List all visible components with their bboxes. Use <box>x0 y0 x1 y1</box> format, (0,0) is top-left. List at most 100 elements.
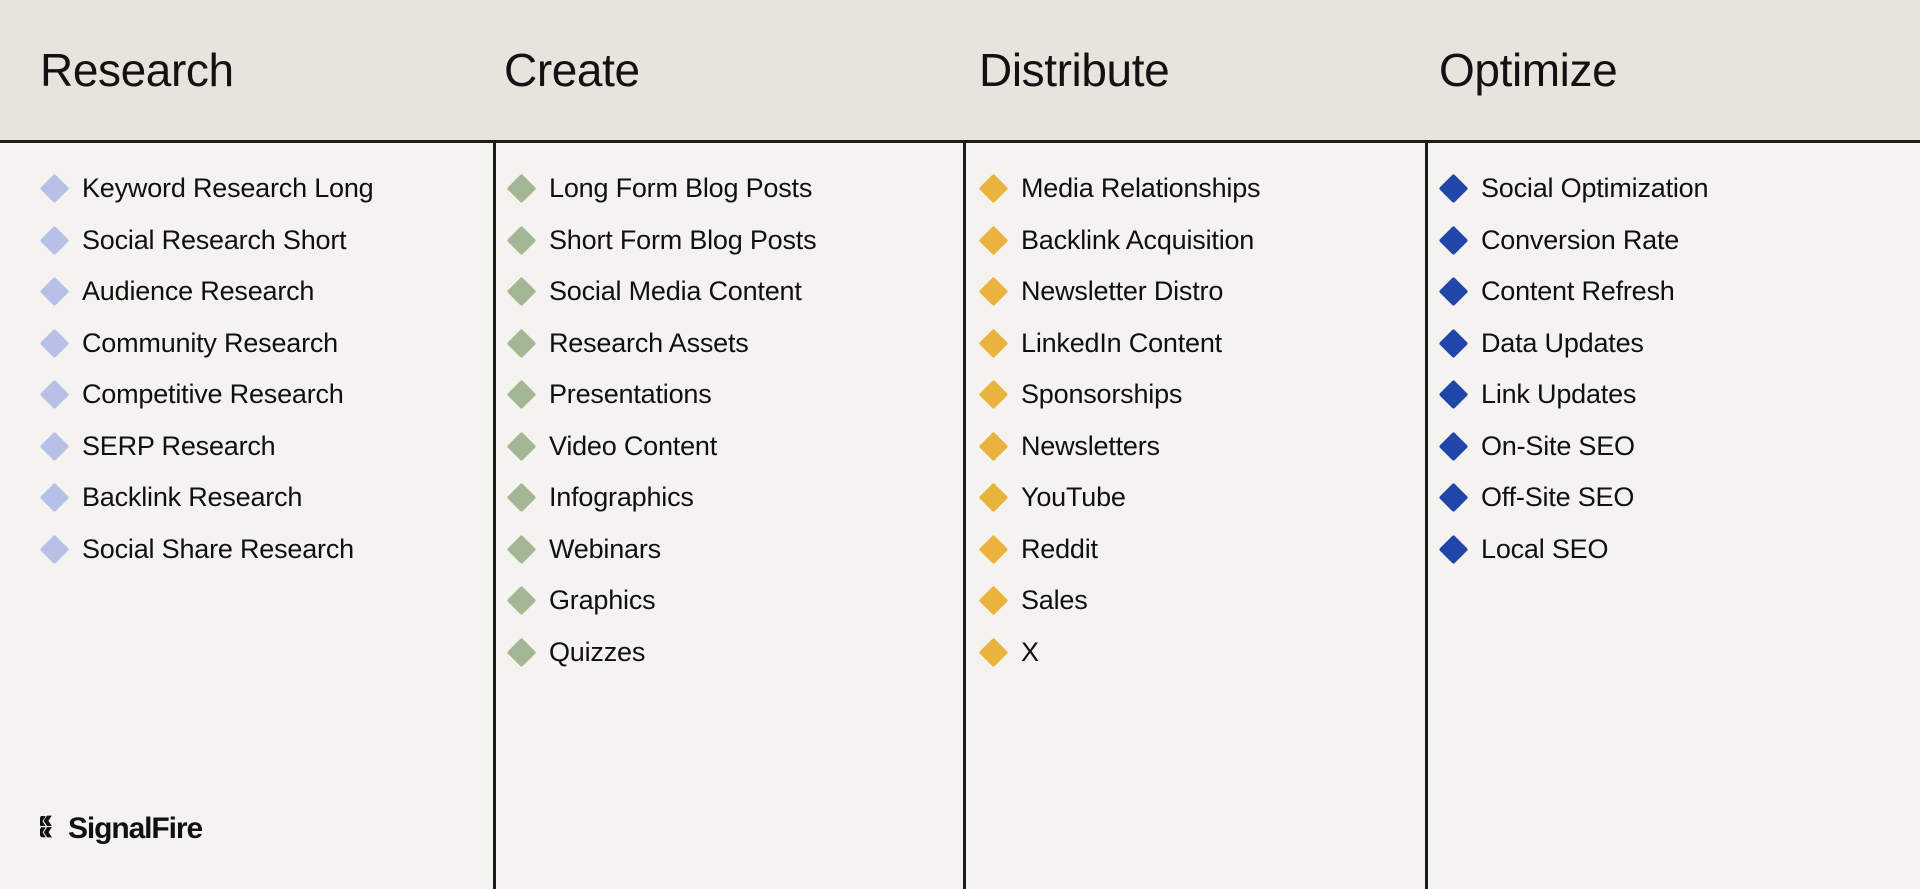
list-item[interactable]: LinkedIn Content <box>978 318 1425 370</box>
column-header-distribute: Distribute <box>963 0 1425 140</box>
diamond-icon <box>978 585 1009 616</box>
diamond-icon <box>506 431 537 462</box>
list-item[interactable]: Backlink Acquisition <box>978 215 1425 267</box>
list-item-label: LinkedIn Content <box>1021 327 1222 358</box>
list-item[interactable]: YouTube <box>978 472 1425 524</box>
item-list-research: Keyword Research Long Social Research Sh… <box>0 143 493 575</box>
diamond-icon <box>39 379 70 410</box>
diamond-icon <box>39 482 70 513</box>
list-item[interactable]: Conversion Rate <box>1438 215 1920 267</box>
diamond-icon <box>39 328 70 359</box>
diamond-icon <box>39 431 70 462</box>
list-item[interactable]: Community Research <box>39 318 493 370</box>
list-item[interactable]: Webinars <box>506 524 963 576</box>
list-item-label: Graphics <box>549 585 656 616</box>
list-item[interactable]: Social Media Content <box>506 266 963 318</box>
list-item-label: Newsletters <box>1021 430 1160 461</box>
list-item[interactable]: Content Refresh <box>1438 266 1920 318</box>
diamond-icon <box>1438 431 1469 462</box>
column-header-create: Create <box>493 0 963 140</box>
diamond-icon <box>1438 379 1469 410</box>
column-title: Distribute <box>979 44 1170 96</box>
list-item-label: Infographics <box>549 482 694 513</box>
list-item-label: Backlink Acquisition <box>1021 224 1255 255</box>
list-item[interactable]: Quizzes <box>506 627 963 679</box>
diamond-icon <box>978 482 1009 513</box>
list-item[interactable]: Video Content <box>506 421 963 473</box>
diamond-icon <box>978 276 1009 307</box>
list-item-label: Data Updates <box>1481 327 1644 358</box>
list-item[interactable]: Audience Research <box>39 266 493 318</box>
diamond-icon <box>1438 225 1469 256</box>
list-item-label: Audience Research <box>82 276 315 307</box>
list-item-label: Presentations <box>549 379 712 410</box>
list-item-label: Conversion Rate <box>1481 224 1680 255</box>
list-item[interactable]: Newsletters <box>978 421 1425 473</box>
list-item[interactable]: Competitive Research <box>39 369 493 421</box>
list-item[interactable]: Off-Site SEO <box>1438 472 1920 524</box>
list-item[interactable]: Infographics <box>506 472 963 524</box>
list-item-label: X <box>1021 636 1039 667</box>
list-item-label: Research Assets <box>549 327 749 358</box>
list-item-label: On-Site SEO <box>1481 430 1635 461</box>
signalfire-mark-icon <box>37 813 66 845</box>
diamond-icon <box>506 379 537 410</box>
item-list-distribute: Media Relationships Backlink Acquisition… <box>966 143 1425 678</box>
diamond-icon <box>1438 482 1469 513</box>
list-item-label: Sponsorships <box>1021 379 1183 410</box>
list-item-label: Community Research <box>82 327 338 358</box>
list-item[interactable]: Data Updates <box>1438 318 1920 370</box>
list-item[interactable]: Research Assets <box>506 318 963 370</box>
list-item-label: Social Media Content <box>549 276 802 307</box>
list-item-label: Sales <box>1021 585 1088 616</box>
column-header-research: Research <box>0 0 493 140</box>
diamond-icon <box>1438 328 1469 359</box>
list-item[interactable]: X <box>978 627 1425 679</box>
list-item[interactable]: Local SEO <box>1438 524 1920 576</box>
column-title: Research <box>40 44 234 96</box>
list-item[interactable]: Graphics <box>506 575 963 627</box>
column-optimize: Social Optimization Conversion Rate Cont… <box>1425 143 1920 889</box>
list-item[interactable]: On-Site SEO <box>1438 421 1920 473</box>
item-list-optimize: Social Optimization Conversion Rate Cont… <box>1428 143 1920 575</box>
list-item-label: Off-Site SEO <box>1481 482 1635 513</box>
list-item[interactable]: Social Research Short <box>39 215 493 267</box>
diamond-icon <box>978 328 1009 359</box>
list-item-label: Social Share Research <box>82 533 354 564</box>
column-create: Long Form Blog Posts Short Form Blog Pos… <box>493 143 963 889</box>
item-list-create: Long Form Blog Posts Short Form Blog Pos… <box>496 143 963 678</box>
list-item[interactable]: Presentations <box>506 369 963 421</box>
list-item-label: SERP Research <box>82 430 276 461</box>
diamond-icon <box>506 482 537 513</box>
diamond-icon <box>39 534 70 565</box>
list-item[interactable]: Sales <box>978 575 1425 627</box>
list-item-label: Webinars <box>549 533 661 564</box>
list-item-label: YouTube <box>1021 482 1126 513</box>
list-item-label: Keyword Research Long <box>82 173 374 204</box>
list-item[interactable]: Media Relationships <box>978 163 1425 215</box>
list-item[interactable]: Social Optimization <box>1438 163 1920 215</box>
list-item[interactable]: Sponsorships <box>978 369 1425 421</box>
list-item[interactable]: Keyword Research Long <box>39 163 493 215</box>
list-item[interactable]: SERP Research <box>39 421 493 473</box>
list-item-label: Newsletter Distro <box>1021 276 1224 307</box>
list-item-label: Long Form Blog Posts <box>549 173 813 204</box>
list-item[interactable]: Social Share Research <box>39 524 493 576</box>
column-distribute: Media Relationships Backlink Acquisition… <box>963 143 1425 889</box>
list-item[interactable]: Short Form Blog Posts <box>506 215 963 267</box>
list-item[interactable]: Newsletter Distro <box>978 266 1425 318</box>
column-title: Create <box>504 44 640 96</box>
list-item[interactable]: Reddit <box>978 524 1425 576</box>
diamond-icon <box>978 173 1009 204</box>
diamond-icon <box>978 225 1009 256</box>
list-item-label: Competitive Research <box>82 379 344 410</box>
list-item[interactable]: Long Form Blog Posts <box>506 163 963 215</box>
list-item-label: Content Refresh <box>1481 276 1675 307</box>
list-item-label: Short Form Blog Posts <box>549 224 817 255</box>
list-item[interactable]: Backlink Research <box>39 472 493 524</box>
list-item[interactable]: Link Updates <box>1438 369 1920 421</box>
list-item-label: Social Research Short <box>82 224 347 255</box>
list-item-label: Social Optimization <box>1481 173 1709 204</box>
list-item-label: Backlink Research <box>82 482 303 513</box>
column-title: Optimize <box>1439 44 1618 96</box>
